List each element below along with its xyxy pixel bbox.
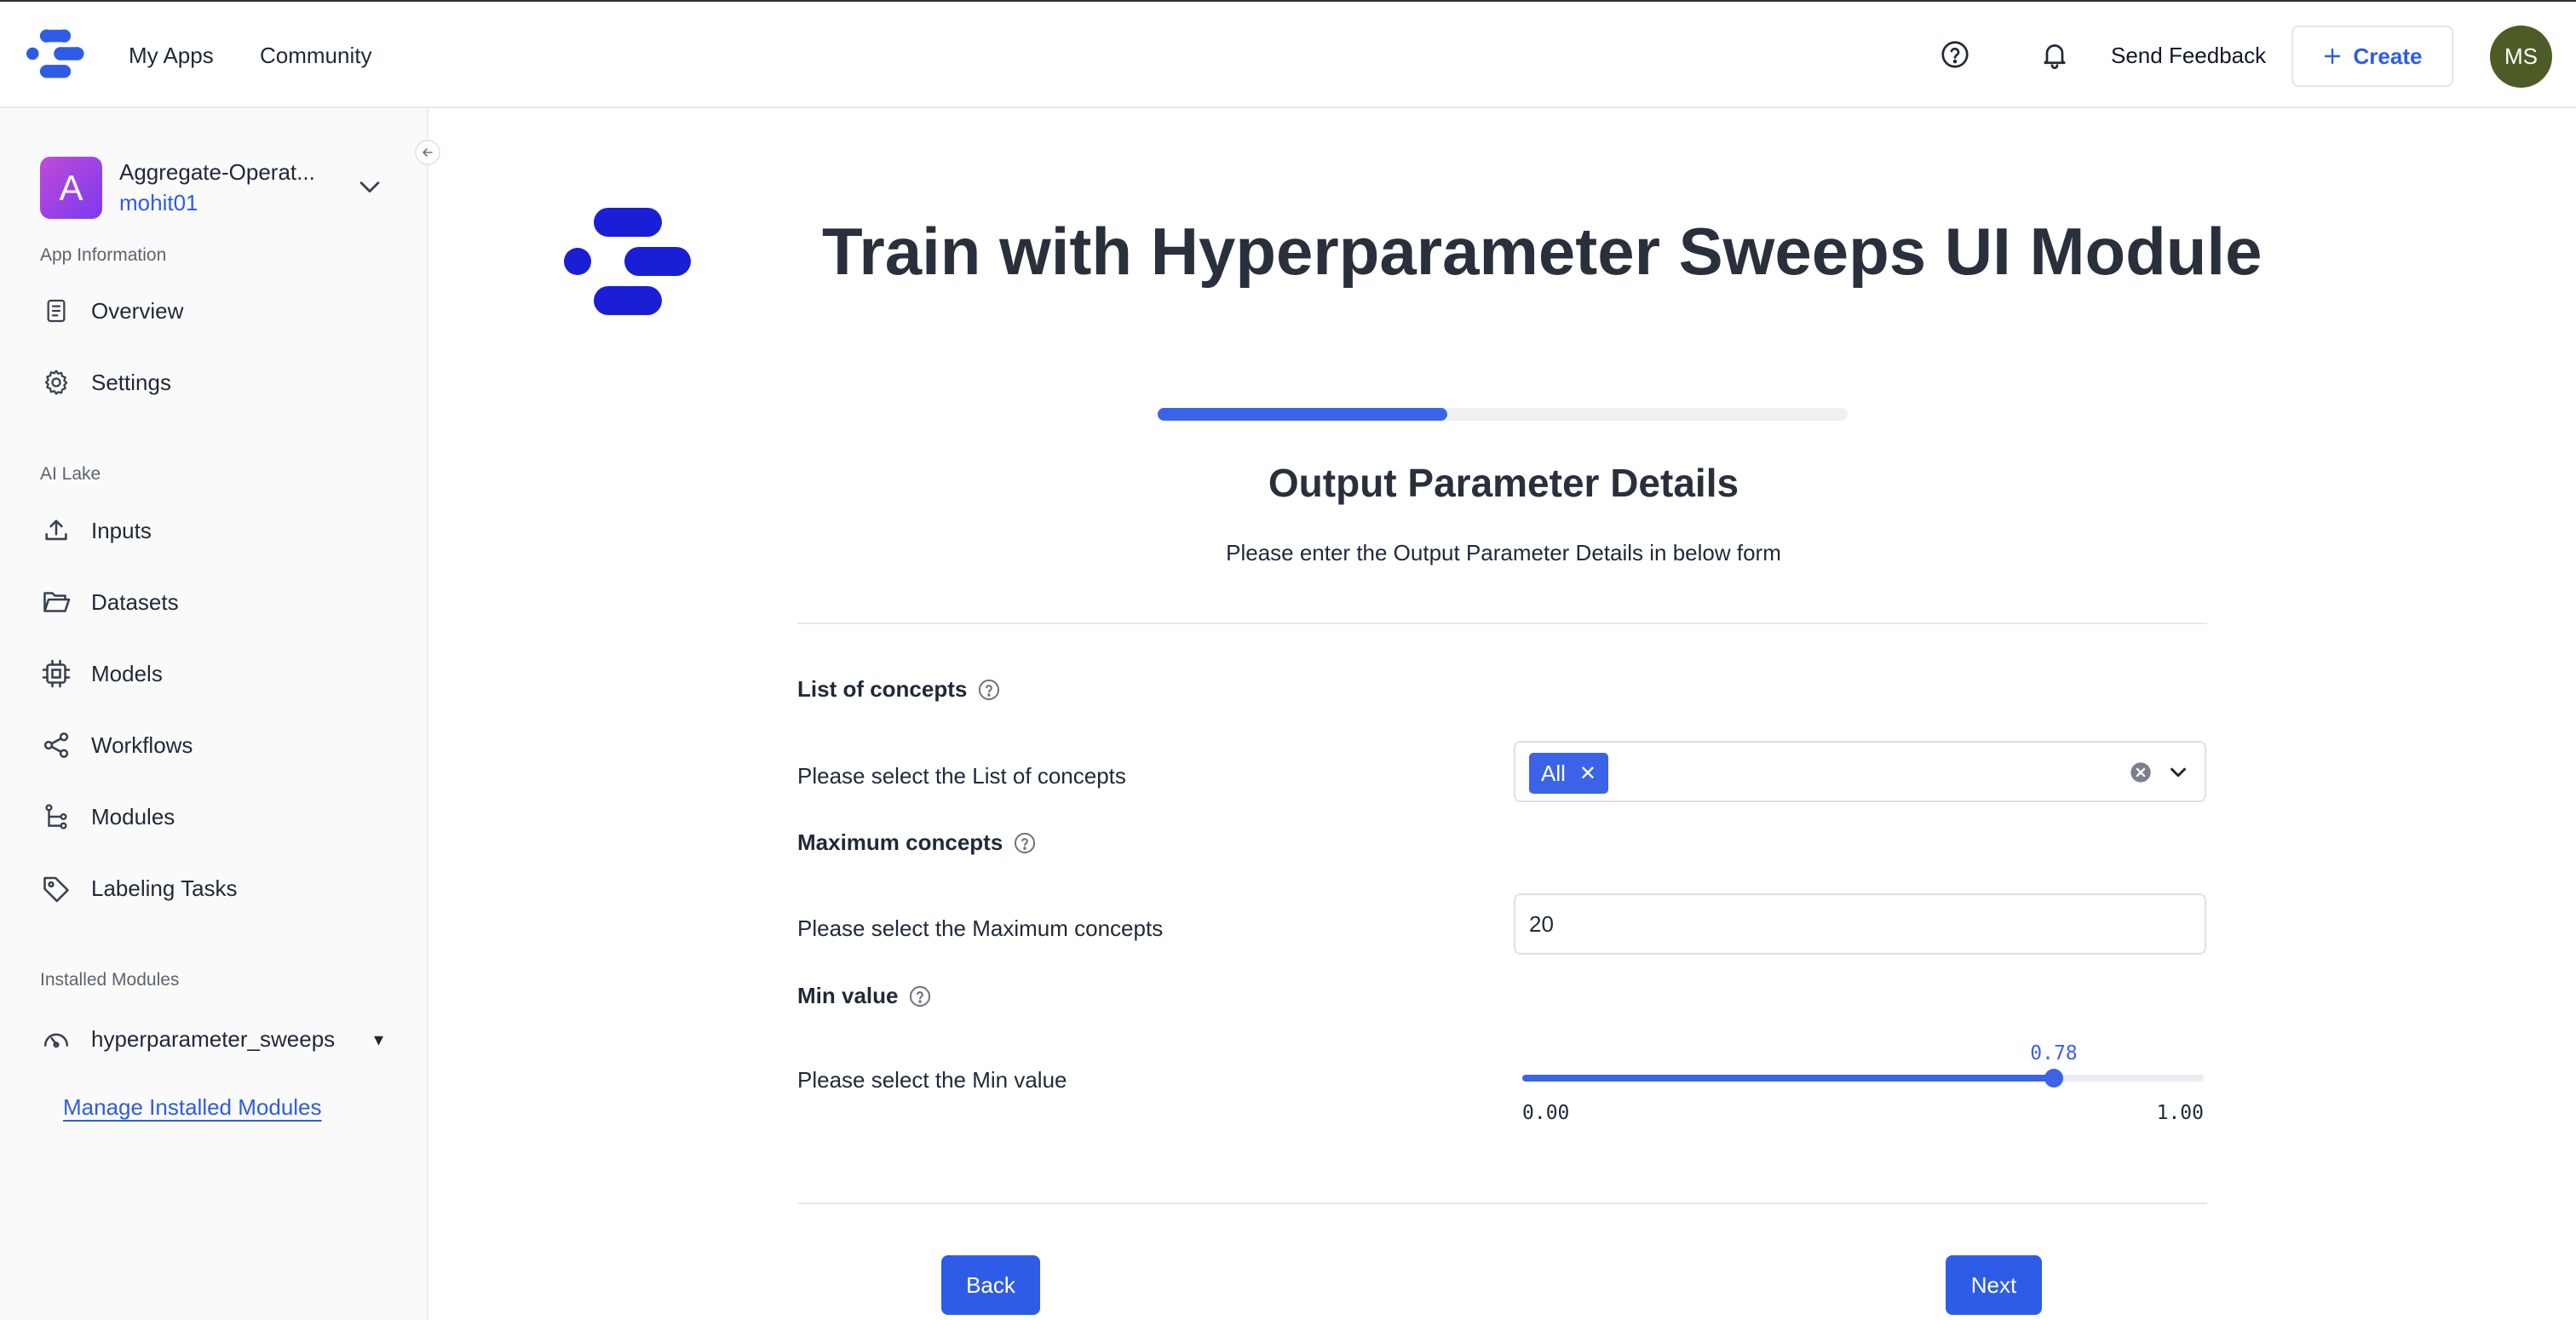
chevron-down-icon[interactable] (355, 172, 384, 201)
concepts-field-label: Please select the List of concepts (797, 763, 1126, 789)
sidebar-item-label: Labeling Tasks (91, 875, 238, 901)
user-avatar[interactable]: MS (2490, 26, 2552, 88)
sidebar-item-datasets[interactable]: Datasets (40, 578, 398, 626)
step-progress-fill (1158, 408, 1448, 421)
folder-open-icon (40, 586, 72, 618)
help-circle-icon[interactable] (977, 678, 1001, 702)
sidebar-item-hyperparameter-sweeps[interactable]: hyperparameter_sweeps ▾ (40, 1015, 398, 1063)
slider-current-value: 0.78 (2030, 1042, 2078, 1065)
sidebar-item-models[interactable]: Models (40, 650, 398, 697)
slider-track[interactable] (1522, 1075, 2204, 1082)
section-title: Output Parameter Details (1268, 461, 1739, 505)
slider-thumb[interactable] (2044, 1069, 2063, 1088)
tag-icon (40, 872, 72, 904)
next-button[interactable]: Next (1946, 1255, 2042, 1315)
concept-chip-label: All (1541, 760, 1566, 786)
sidebar-item-inputs[interactable]: Inputs (40, 507, 398, 554)
create-button-label: Create (2353, 43, 2423, 69)
sidebar-item-settings[interactable]: Settings (40, 359, 398, 406)
nav-my-apps[interactable]: My Apps (129, 43, 214, 69)
git-branch-icon (40, 801, 72, 833)
clarifai-logo[interactable] (26, 29, 85, 78)
sidebar: A Aggregate-Operat... mohit01 App Inform… (0, 108, 428, 1320)
gauge-icon (40, 1023, 72, 1055)
sidebar-item-label: Modules (91, 803, 175, 829)
min-value-field-label: Please select the Min value (797, 1067, 1067, 1093)
min-value-slider[interactable]: 0.78 0.00 1.00 (1522, 1030, 2204, 1124)
sidebar-item-label: hyperparameter_sweeps (91, 1025, 336, 1052)
document-icon (40, 295, 72, 327)
collapse-sidebar-button[interactable] (415, 140, 440, 165)
bell-icon[interactable] (2039, 39, 2070, 70)
caret-down-icon[interactable]: ▾ (374, 1029, 383, 1051)
divider (797, 623, 2207, 624)
divider (797, 1202, 2207, 1204)
sidebar-item-workflows[interactable]: Workflows (40, 721, 398, 769)
arrow-left-icon (423, 148, 433, 157)
concepts-multiselect[interactable]: All ✕ (1514, 741, 2206, 802)
min-value-field-heading: Min value (797, 983, 932, 1009)
min-value-heading-text: Min value (797, 983, 899, 1008)
max-concepts-field-label: Please select the Maximum concepts (797, 915, 1164, 941)
concepts-heading-text: List of concepts (797, 676, 968, 702)
max-concepts-input[interactable] (1514, 893, 2206, 955)
section-label-ai-lake: AI Lake (40, 464, 101, 484)
slider-fill (1522, 1075, 2054, 1082)
help-circle-icon[interactable] (1940, 39, 1970, 70)
send-feedback-link[interactable]: Send Feedback (2111, 43, 2266, 69)
section-subtitle: Please enter the Output Parameter Detail… (1226, 540, 1781, 565)
max-concepts-heading-text: Maximum concepts (797, 829, 1003, 855)
sidebar-item-label: Datasets (91, 588, 179, 615)
sidebar-item-overview[interactable]: Overview (40, 287, 398, 335)
section-label-installed-modules: Installed Modules (40, 970, 180, 990)
sidebar-item-label: Models (91, 660, 163, 686)
sidebar-item-label: Overview (91, 297, 184, 324)
chip-remove-icon[interactable]: ✕ (1579, 761, 1596, 786)
section-label-app-information: App Information (40, 245, 167, 265)
share-nodes-icon (40, 729, 72, 761)
sidebar-item-modules[interactable]: Modules (40, 793, 398, 841)
sidebar-item-label: Settings (91, 369, 171, 395)
help-circle-icon[interactable] (1013, 831, 1037, 855)
sidebar-item-labeling-tasks[interactable]: Labeling Tasks (40, 864, 398, 912)
clear-circle-icon[interactable] (2129, 760, 2153, 784)
concepts-field-heading: List of concepts (797, 676, 1001, 703)
app-avatar: A (40, 157, 102, 219)
back-button[interactable]: Back (941, 1255, 1040, 1315)
sidebar-item-label: Inputs (91, 517, 152, 543)
slider-min-label: 0.00 (1522, 1102, 1570, 1124)
chip-icon (40, 657, 72, 690)
app-name[interactable]: Aggregate-Operat... (119, 159, 315, 186)
gear-icon (40, 366, 72, 399)
plus-icon (2324, 48, 2340, 65)
slider-max-label: 1.00 (2156, 1102, 2204, 1124)
clarifai-logo-large (564, 208, 691, 315)
concept-chip: All ✕ (1529, 753, 1609, 794)
sidebar-item-label: Workflows (91, 732, 193, 758)
max-concepts-field-heading: Maximum concepts (797, 829, 1037, 856)
manage-installed-modules-link[interactable]: Manage Installed Modules (63, 1094, 322, 1121)
page-title: Train with Hyperparameter Sweeps UI Modu… (822, 214, 2263, 289)
top-navigation-bar: My Apps Community Send Feedback Create M… (0, 0, 2576, 108)
create-button[interactable]: Create (2291, 26, 2453, 87)
nav-community[interactable]: Community (260, 43, 371, 69)
chevron-down-icon[interactable] (2165, 760, 2191, 785)
upload-icon (40, 514, 72, 547)
help-circle-icon[interactable] (908, 984, 932, 1008)
step-progress-bar (1158, 408, 1848, 421)
app-owner[interactable]: mohit01 (119, 190, 198, 216)
